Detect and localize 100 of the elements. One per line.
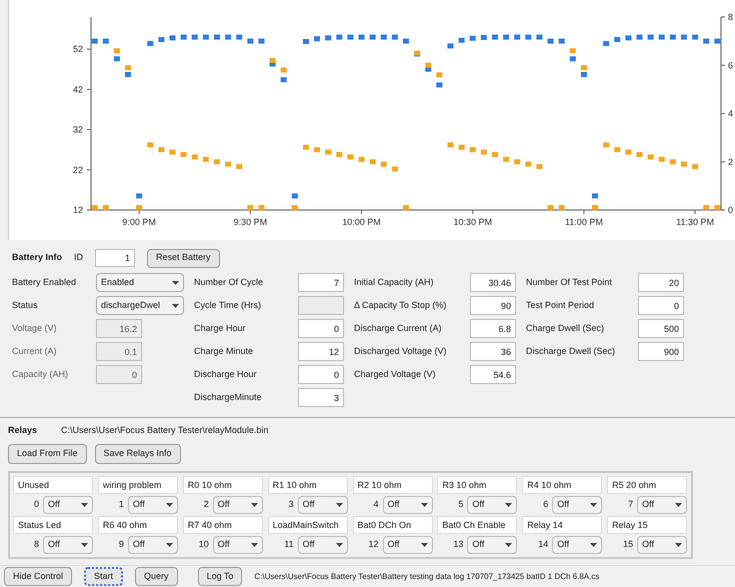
- relay-number: 7: [627, 498, 634, 511]
- caret-icon: [420, 542, 428, 546]
- x-tick-label: 10:30 PM: [453, 217, 492, 227]
- data-point: [658, 156, 665, 162]
- relay-name-field[interactable]: Bat0 DCh On: [352, 516, 432, 534]
- relay-state-dropdown[interactable]: Off: [552, 496, 602, 514]
- caret-icon: [336, 502, 343, 506]
- relay-state-dropdown[interactable]: Off: [382, 496, 432, 514]
- data-point: [692, 164, 698, 170]
- relay-name-field[interactable]: R6 40 ohm: [98, 516, 178, 534]
- field-label: Δ Capacity To Stop (%): [354, 298, 448, 312]
- relay-name-field[interactable]: Status Led: [13, 516, 93, 534]
- relay-name-field[interactable]: R3 10 ohm: [437, 476, 518, 494]
- data-point: [114, 48, 120, 54]
- input-field[interactable]: 90: [470, 296, 516, 315]
- relay-name-field[interactable]: R5 20 ohm: [607, 476, 688, 494]
- relay-state-dropdown[interactable]: Off: [43, 536, 93, 554]
- relay-number: 1: [118, 498, 124, 511]
- log-to-button[interactable]: Log To: [198, 567, 242, 586]
- reset-battery-button[interactable]: Reset Battery: [147, 248, 220, 268]
- relay-state-dropdown[interactable]: Off: [212, 496, 263, 514]
- relay-state-dropdown[interactable]: Off: [552, 536, 602, 554]
- relay-number: 14: [537, 538, 548, 551]
- data-point: [147, 41, 154, 46]
- data-point: [458, 144, 465, 150]
- input-field[interactable]: 7: [298, 273, 344, 292]
- dropdown[interactable]: dischargeDwel: [96, 296, 184, 315]
- field-label: Number Of Cycle: [194, 276, 264, 289]
- relay-state-dropdown[interactable]: Off: [467, 536, 518, 554]
- id-field[interactable]: 1: [95, 249, 136, 267]
- caret-icon: [505, 502, 512, 506]
- data-point: [192, 34, 198, 40]
- relay-name-field[interactable]: R0 10 ohm: [182, 476, 263, 494]
- section-title: Relays: [8, 424, 38, 437]
- relay-state-dropdown[interactable]: Off: [128, 536, 178, 554]
- data-point: [503, 156, 510, 162]
- relay-state-dropdown[interactable]: Off: [298, 496, 348, 514]
- relay-name-field[interactable]: R2 10 ohm: [352, 476, 432, 494]
- relay-state-dropdown[interactable]: Off: [467, 496, 518, 514]
- input-field[interactable]: 6.8: [470, 319, 516, 338]
- relay-name-field[interactable]: Relay 15: [607, 516, 688, 534]
- data-point: [392, 166, 398, 172]
- input-field[interactable]: 0: [298, 365, 344, 384]
- data-point: [625, 35, 632, 40]
- data-point: [470, 147, 476, 152]
- data-point: [325, 150, 332, 155]
- relay-name-field[interactable]: wiring problem: [98, 476, 178, 494]
- y-tick-label: 52: [72, 44, 83, 54]
- data-point: [380, 34, 387, 40]
- input-field[interactable]: 30.46: [470, 273, 516, 292]
- button[interactable]: Load From File: [8, 444, 87, 464]
- data-point: [302, 39, 309, 44]
- field-label: Discharge Hour: [194, 368, 258, 381]
- data-point: [236, 164, 242, 170]
- data-point: [302, 144, 309, 150]
- button[interactable]: Hide Control: [4, 567, 72, 586]
- relay-name-field[interactable]: Relay 14: [522, 516, 602, 534]
- caret-icon: [172, 304, 179, 308]
- x-tick-label: 11:30 PM: [676, 217, 714, 227]
- field-label: Voltage (V): [12, 322, 58, 335]
- id-label: ID: [74, 251, 84, 264]
- data-point: [614, 37, 620, 42]
- input-field[interactable]: 54.6: [470, 365, 516, 384]
- input-field[interactable]: 20: [638, 273, 684, 292]
- y-tick-label: 4: [728, 108, 734, 118]
- relay-state-dropdown[interactable]: Off: [212, 536, 263, 554]
- input-field[interactable]: 3: [298, 388, 344, 407]
- relay-state-dropdown[interactable]: Off: [298, 536, 348, 554]
- button[interactable]: Save Relays Info: [94, 444, 181, 464]
- input-field[interactable]: 12: [298, 342, 344, 361]
- input-field[interactable]: 36: [470, 342, 516, 361]
- data-point: [436, 82, 442, 88]
- relay-state-dropdown[interactable]: Off: [382, 536, 432, 554]
- relay-state-dropdown[interactable]: Off: [637, 536, 688, 554]
- relay-number: 2: [202, 498, 209, 511]
- data-point: [503, 34, 510, 40]
- input-field[interactable]: 0: [638, 296, 684, 315]
- input-field[interactable]: 900: [638, 342, 684, 361]
- relay-number: 6: [542, 498, 548, 511]
- relay-state-dropdown[interactable]: Off: [128, 496, 178, 514]
- y-tick-label: 2: [728, 156, 734, 167]
- data-point: [592, 205, 598, 210]
- field-label: Initial Capacity (AH): [354, 276, 435, 289]
- caret-icon: [81, 502, 88, 506]
- field-label: DischargeMinute: [194, 390, 263, 404]
- relay-name-field[interactable]: R1 10 ohm: [268, 476, 348, 494]
- relay-name-field[interactable]: Bat0 Ch Enable: [437, 516, 518, 534]
- button[interactable]: Start: [84, 567, 124, 586]
- dropdown[interactable]: Enabled: [96, 273, 184, 292]
- relay-state-dropdown[interactable]: Off: [637, 496, 688, 514]
- data-point: [680, 34, 687, 40]
- input-field[interactable]: 500: [638, 319, 684, 338]
- relay-name-field[interactable]: R4 10 ohm: [522, 476, 602, 494]
- button[interactable]: Query: [135, 567, 178, 586]
- relay-name-field[interactable]: R7 40 ohm: [182, 516, 263, 534]
- data-point: [292, 205, 298, 210]
- relay-name-field[interactable]: Unused: [13, 476, 93, 494]
- relay-state-dropdown[interactable]: Off: [43, 496, 93, 514]
- input-field[interactable]: 0: [298, 319, 344, 338]
- relay-name-field[interactable]: LoadMainSwitch: [268, 516, 348, 534]
